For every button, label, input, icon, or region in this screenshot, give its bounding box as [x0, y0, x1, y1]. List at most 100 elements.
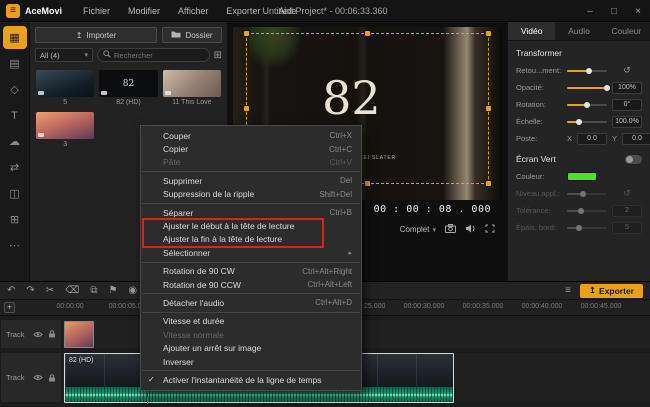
context-menu-item[interactable]: Couper Ctrl+X — [141, 129, 361, 142]
search-input[interactable] — [114, 51, 204, 60]
media-item[interactable]: 5 — [36, 70, 94, 106]
green-screen-title-label: Écran Vert — [516, 154, 556, 164]
context-menu-item[interactable]: Ajuster la fin à la tête de lecture — [141, 233, 361, 246]
position-y-input[interactable]: 0.0 — [622, 133, 650, 145]
field-label: Retou...ment: — [516, 66, 562, 75]
context-menu-item[interactable]: Ajouter un arrêt sur image — [141, 341, 361, 354]
add-track-button[interactable]: + — [4, 302, 15, 313]
slider — [567, 227, 607, 229]
redo-icon[interactable]: ↷ — [26, 286, 34, 296]
reset-icon[interactable]: ↺ — [612, 65, 642, 76]
selection-handle[interactable] — [365, 31, 370, 36]
slider-knob[interactable] — [576, 225, 582, 231]
speaker-icon[interactable] — [465, 224, 476, 235]
context-menu-item[interactable]: Copier Ctrl+C — [141, 142, 361, 155]
context-menu-item[interactable]: Rotation de 90 CCW Ctrl+Alt+Left — [141, 278, 361, 291]
green-color-swatch[interactable] — [567, 172, 597, 181]
selection-handle[interactable] — [244, 31, 249, 36]
menu-shortcut: Ctrl+Alt+D — [315, 298, 352, 307]
field-label: Couleur: — [516, 172, 562, 181]
media-filter-dropdown[interactable]: All (4) ▾ — [35, 48, 93, 62]
eye-icon[interactable] — [33, 331, 43, 338]
sidebar-icon-transitions[interactable]: ◇ — [3, 78, 27, 101]
reset-icon[interactable]: ↺ — [612, 188, 642, 199]
value-box[interactable]: 100.0% — [612, 116, 642, 128]
sidebar-icon-elements[interactable]: ☁ — [3, 130, 27, 153]
record-icon[interactable]: ◉ — [128, 286, 137, 296]
menu-modifier[interactable]: Modifier — [119, 0, 169, 22]
context-menu-item[interactable]: Rotation de 90 CW Ctrl+Alt+Right — [141, 265, 361, 278]
sidebar-icon-stock[interactable]: ▤ — [3, 52, 27, 75]
selection-handle[interactable] — [486, 106, 491, 111]
context-menu-item[interactable]: Vitesse et durée — [141, 315, 361, 328]
selection-handle[interactable] — [486, 31, 491, 36]
split-icon[interactable]: ✂ — [46, 286, 54, 296]
selection-handle[interactable] — [486, 181, 491, 186]
context-menu-item[interactable]: Supprimer Del — [141, 174, 361, 187]
folder-button[interactable]: Dossier — [162, 27, 222, 43]
context-menu-item[interactable]: Sélectionner ▸ — [141, 246, 361, 259]
sidebar-icon-split-screen[interactable]: ◫ — [3, 182, 27, 205]
lock-icon[interactable] — [48, 330, 56, 338]
sidebar-icon-more[interactable]: ⋯ — [3, 234, 27, 257]
ruler-label: 00:00:00 — [56, 303, 83, 310]
image-clip[interactable] — [64, 321, 94, 348]
x-axis-label: X — [567, 134, 572, 143]
slider-knob[interactable] — [584, 102, 590, 108]
grid-view-icon[interactable]: ⊞ — [214, 50, 222, 61]
green-screen-toggle[interactable] — [625, 155, 642, 164]
app-logo-icon[interactable]: ≡ — [6, 4, 20, 18]
slider-knob[interactable] — [580, 191, 586, 197]
context-menu-item[interactable]: Séparer Ctrl+B — [141, 206, 361, 219]
media-item[interactable]: 82 82 (HD) — [99, 70, 157, 106]
value-box[interactable]: 5 — [612, 222, 642, 234]
media-item[interactable]: 11 This Love — [163, 70, 221, 106]
minimize-button[interactable]: – — [578, 0, 602, 22]
menu-shortcut: Ctrl+B — [330, 208, 352, 217]
context-menu-item[interactable]: Détacher l'audio Ctrl+Alt+D — [141, 296, 361, 309]
value-box[interactable]: 2 — [612, 205, 642, 217]
selection-handle[interactable] — [365, 181, 370, 186]
sidebar-icon-media[interactable]: ▦ — [3, 26, 27, 49]
search-box[interactable] — [97, 48, 210, 62]
track-options-icon[interactable]: ≡ — [565, 286, 571, 296]
slider-knob[interactable] — [578, 208, 584, 214]
sidebar-icon-text[interactable]: T — [3, 104, 27, 127]
context-menu-item[interactable]: ✓ Activer l'instantanéité de la ligne de… — [141, 373, 361, 386]
selection-handle[interactable] — [244, 106, 249, 111]
value-box[interactable]: 0° — [612, 99, 642, 111]
eye-icon[interactable] — [33, 374, 43, 381]
sidebar-icon-behaviors[interactable]: ⇄ — [3, 156, 27, 179]
slider-knob[interactable] — [576, 119, 582, 125]
context-menu-item[interactable]: Ajuster le début à la tête de lecture — [141, 219, 361, 232]
close-button[interactable]: × — [626, 0, 650, 22]
menu-fichier[interactable]: Fichier — [74, 0, 119, 22]
import-button[interactable]: ↥ Importer — [35, 27, 157, 43]
position-x-input[interactable]: 0.0 — [577, 133, 607, 145]
menu-afficher[interactable]: Afficher — [169, 0, 217, 22]
lock-icon[interactable] — [48, 374, 56, 382]
tab-couleur[interactable]: Couleur — [603, 22, 650, 40]
delete-icon[interactable]: ⌫ — [65, 286, 79, 296]
export-button[interactable]: ↥ Exporter — [580, 284, 643, 298]
sidebar-icon-filters[interactable]: ⊞ — [3, 208, 27, 231]
undo-icon[interactable]: ↶ — [7, 286, 15, 296]
snapshot-icon[interactable] — [445, 224, 456, 235]
context-menu-item[interactable]: Suppression de la ripple Shift+Del — [141, 188, 361, 201]
maximize-button[interactable]: □ — [602, 0, 626, 22]
field-label: Niveau appl.: — [516, 189, 562, 198]
tab-video[interactable]: Vidéo — [508, 22, 555, 40]
fullscreen-icon[interactable] — [485, 224, 495, 235]
media-item[interactable]: 3 — [36, 112, 94, 148]
marker-icon[interactable]: ⚑ — [108, 286, 117, 296]
tab-audio[interactable]: Audio — [555, 22, 602, 40]
slider-knob[interactable] — [604, 85, 610, 91]
fit-mode-dropdown[interactable]: Complet ▾ — [400, 225, 436, 234]
duplicate-icon[interactable]: ⧉ — [90, 286, 97, 296]
value-box[interactable]: 100% — [612, 82, 642, 94]
slider-knob[interactable] — [586, 68, 592, 74]
menu-item-label: Ajuster le début à la tête de lecture — [163, 221, 352, 231]
track-header[interactable]: Track — [0, 352, 62, 403]
track-header[interactable]: Track — [0, 319, 62, 349]
context-menu-item[interactable]: Inverser — [141, 355, 361, 368]
